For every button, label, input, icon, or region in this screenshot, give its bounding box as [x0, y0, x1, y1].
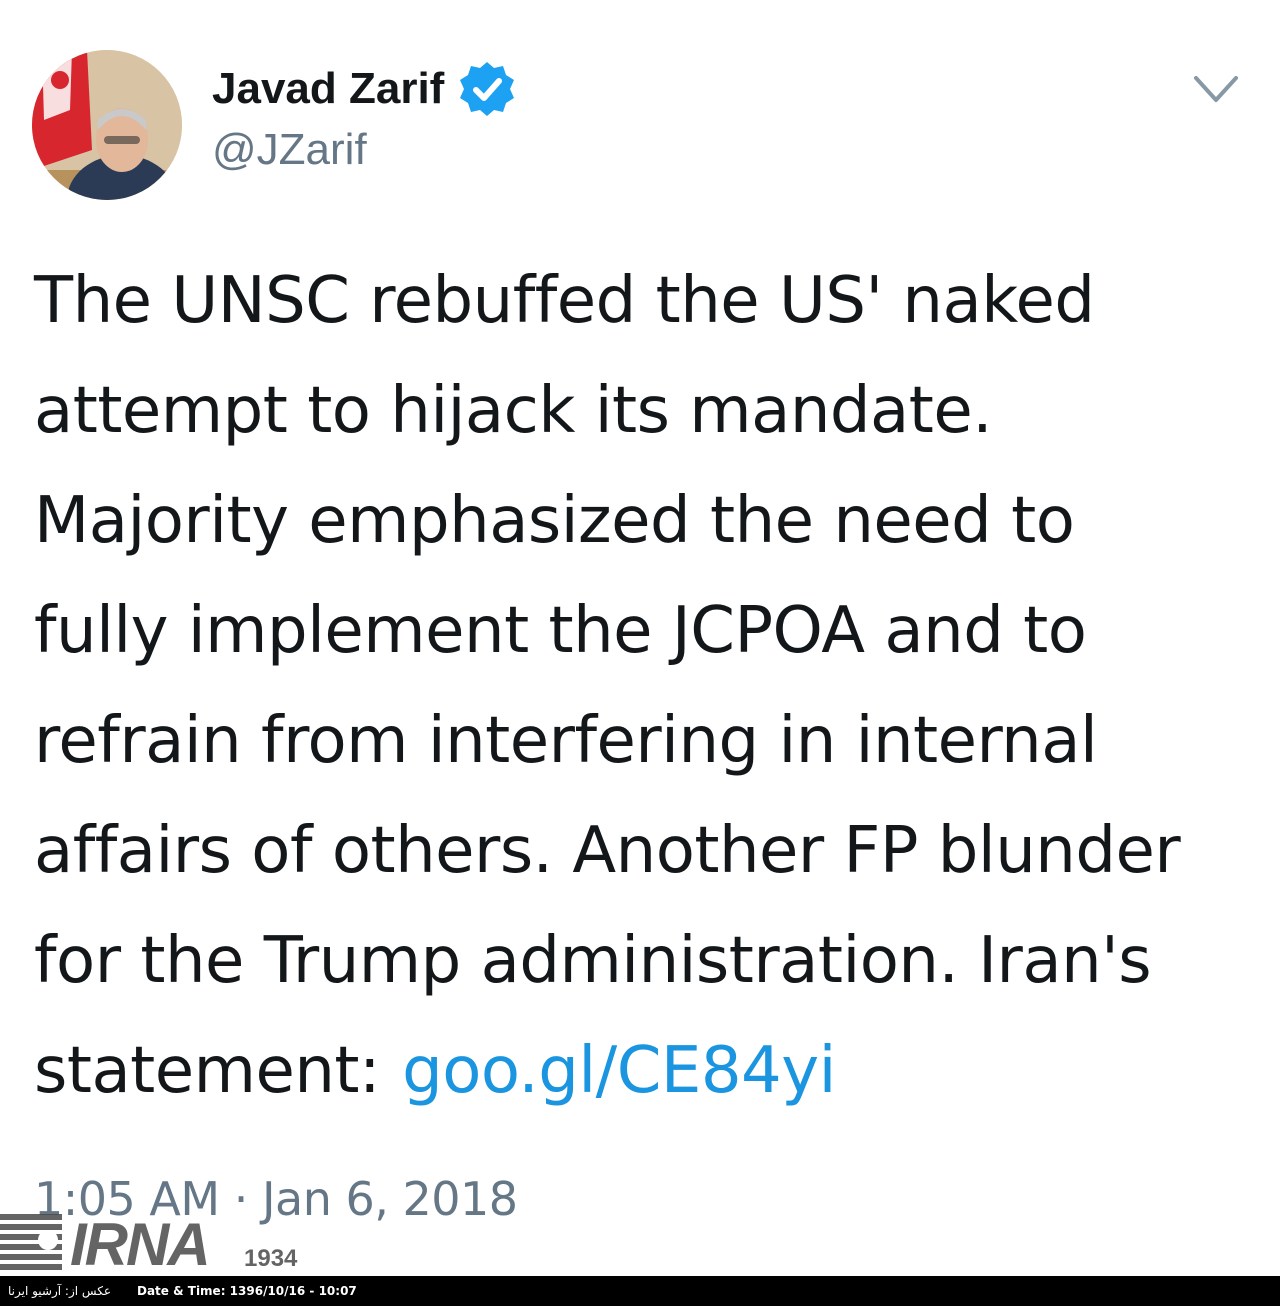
- user-handle[interactable]: @JZarif: [212, 125, 367, 175]
- tweet-line-text: statement:: [34, 1034, 381, 1108]
- chevron-down-icon[interactable]: [1192, 70, 1240, 110]
- display-name[interactable]: Javad Zarif: [212, 64, 444, 114]
- tweet-line: Majority emphasized the need to: [34, 484, 1075, 558]
- photo-footer-bar: عکس از: آرشیو ایرنا Date & Time: 1396/10…: [0, 1276, 1280, 1306]
- tweet-text: The UNSC rebuffed the US' naked attempt …: [34, 246, 1264, 1126]
- tweet-line: for the Trump administration. Iran's: [34, 924, 1152, 998]
- avatar-image: [32, 50, 182, 200]
- tweet-link[interactable]: goo.gl/CE84yi: [402, 1034, 836, 1108]
- tweet-line: affairs of others. Another FP blunder: [34, 814, 1181, 888]
- watermark-year: 1934: [244, 1245, 298, 1272]
- photo-credit: عکس از: آرشیو ایرنا: [8, 1284, 111, 1298]
- name-row: Javad Zarif: [212, 60, 516, 118]
- watermark-brand: IRNA: [70, 1211, 211, 1278]
- tweet-line: The UNSC rebuffed the US' naked: [34, 264, 1095, 338]
- tweet-last-line: statement: goo.gl/CE84yi: [34, 1016, 1264, 1126]
- tweet-line: fully implement the JCPOA and to: [34, 594, 1087, 668]
- avatar[interactable]: [32, 50, 182, 200]
- tweet-line: refrain from interfering in internal: [34, 704, 1098, 778]
- photo-datetime: Date & Time: 1396/10/16 - 10:07: [137, 1284, 357, 1298]
- verified-badge-icon: [458, 60, 516, 118]
- tweet-card: Javad Zarif @JZarif The UNSC rebuffed th…: [0, 0, 1280, 1276]
- tweet-line: attempt to hijack its mandate.: [34, 374, 993, 448]
